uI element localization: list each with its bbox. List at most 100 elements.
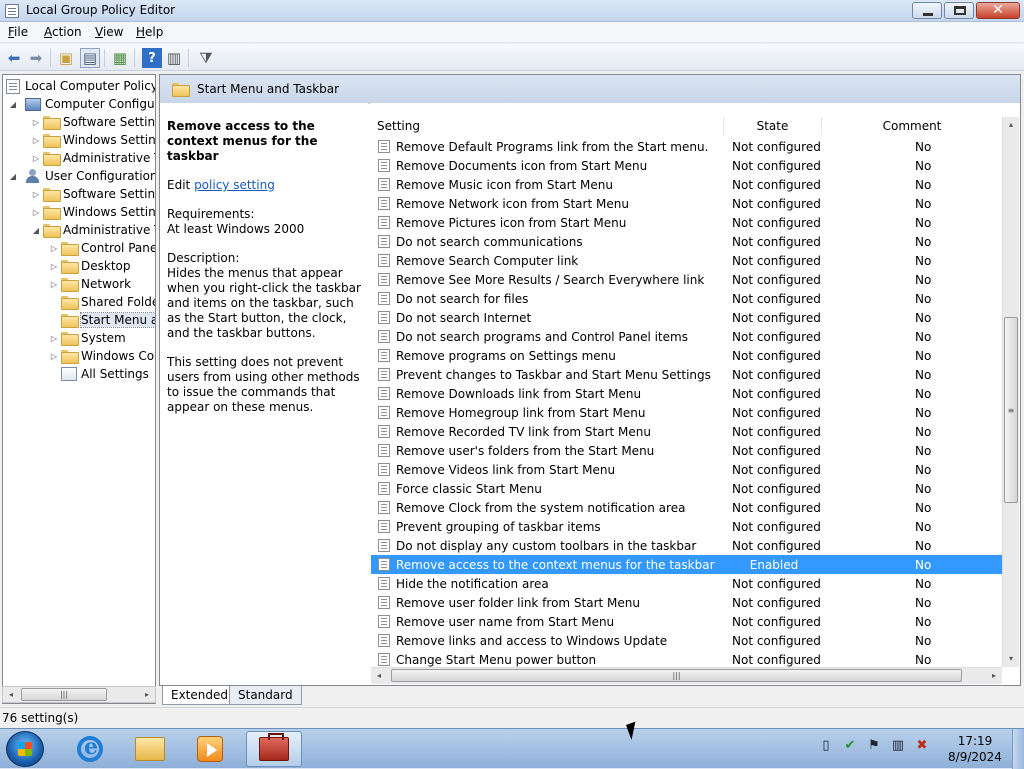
collapse-arrow-icon[interactable]: ◢ [8,100,18,109]
taskbar-group-policy-editor[interactable] [246,731,302,767]
scroll-down-icon[interactable]: ▾ [1003,651,1019,666]
start-button[interactable] [6,731,44,767]
tree-item-network[interactable]: ▷ Network [51,275,131,293]
table-row[interactable]: Do not display any custom toolbars in th… [371,536,1002,555]
tree-item-user-windows-settings[interactable]: ▷ Windows Setting [33,203,155,221]
tab-standard[interactable]: Standard [229,686,302,705]
title-bar[interactable]: Local Group Policy Editor ✕ [0,0,1024,22]
table-row[interactable]: Remove Downloads link from Start Menu Not… [371,384,1002,403]
action-center-flag-icon[interactable]: ⚑ [866,737,882,753]
list-vertical-scrollbar[interactable]: ▴ ≡ ▾ [1002,117,1019,667]
volume-muted-icon[interactable]: ✖ [914,737,930,753]
menu-help[interactable]: Help [136,25,163,39]
collapse-arrow-icon[interactable]: ◢ [8,172,18,181]
scroll-left-icon[interactable]: ◂ [3,687,19,702]
tree-item-windows-settings[interactable]: ▷ Windows Setting [33,131,155,149]
scroll-thumb[interactable]: ≡ [1004,317,1018,503]
table-row[interactable]: Remove programs on Settings menu Not conf… [371,346,1002,365]
expand-arrow-icon[interactable]: ▷ [31,208,41,217]
tree-item-user-software-settings[interactable]: ▷ Software Settings [33,185,155,203]
table-row[interactable]: Remove Videos link from Start Menu Not co… [371,460,1002,479]
table-row[interactable]: Remove Clock from the system notificatio… [371,498,1002,517]
table-row[interactable]: Remove See More Results / Search Everywh… [371,270,1002,289]
table-row[interactable]: Force classic Start Menu Not configured No [371,479,1002,498]
tab-extended[interactable]: Extended [162,686,237,705]
expand-arrow-icon[interactable]: ▷ [49,334,59,343]
tree-item-computer-configuration[interactable]: ◢ Computer Configura [8,95,155,113]
tree-item-shared-folders[interactable]: Shared Folder [61,293,155,311]
table-row[interactable]: Do not search Internet Not configured No [371,308,1002,327]
tree-item-software-settings[interactable]: ▷ Software Settings [33,113,155,131]
show-desktop-button[interactable] [1012,729,1024,769]
table-row[interactable]: Prevent grouping of taskbar items Not con… [371,517,1002,536]
edit-policy-setting-link[interactable]: policy setting [194,178,275,192]
tree-item-local-computer-policy[interactable]: Local Computer Policy [6,77,155,95]
table-row[interactable]: Remove user's folders from the Start Men… [371,441,1002,460]
column-header-state[interactable]: State [724,117,822,135]
show-hide-tree-button[interactable]: ▤ [80,48,100,68]
security-shield-icon[interactable]: ✔ [842,737,858,753]
tree-item-user-administrative-templates[interactable]: ◢ Administrative Te [33,221,155,239]
tree-item-user-configuration[interactable]: ◢ User Configuration [8,167,155,185]
network-icon[interactable]: ▥ [890,737,906,753]
scroll-right-icon[interactable]: ▸ [986,668,1002,683]
properties-button[interactable]: ▥ [164,48,184,68]
expand-arrow-icon[interactable]: ▷ [31,118,41,127]
settings-list[interactable]: Setting State Comment Remove Default Pro… [371,117,1002,667]
table-row[interactable]: Remove user folder link from Start Menu N… [371,593,1002,612]
document-icon[interactable]: ▯ [818,737,834,753]
table-row[interactable]: Do not search for files Not configured No [371,289,1002,308]
forward-button[interactable]: ➡ [26,48,46,68]
expand-arrow-icon[interactable]: ▷ [49,280,59,289]
tree-item-system[interactable]: ▷ System [51,329,126,347]
column-header-setting[interactable]: Setting [371,117,724,135]
tree-item-start-menu-and-taskbar[interactable]: Start Menu ar [61,311,155,329]
tree-horizontal-scrollbar[interactable]: ◂ ||| ▸ [2,686,156,703]
scroll-up-icon[interactable]: ▴ [1003,117,1019,132]
table-row[interactable]: Do not search communications Not configur… [371,232,1002,251]
menu-view[interactable]: View [95,25,123,39]
table-row[interactable]: Remove Recorded TV link from Start Menu N… [371,422,1002,441]
table-row[interactable]: Do not search programs and Control Panel… [371,327,1002,346]
expand-arrow-icon[interactable]: ▷ [49,262,59,271]
table-row[interactable]: Prevent changes to Taskbar and Start Men… [371,365,1002,384]
maximize-button[interactable] [944,2,974,19]
table-row[interactable]: Hide the notification area Not configured… [371,574,1002,593]
scroll-left-icon[interactable]: ◂ [371,668,387,683]
scroll-thumb[interactable]: ||| [391,669,962,682]
expand-arrow-icon[interactable]: ▷ [31,190,41,199]
taskbar-internet-explorer[interactable] [62,731,118,767]
column-header-comment[interactable]: Comment [822,117,1002,135]
taskbar-windows-explorer[interactable] [122,731,178,767]
scroll-right-icon[interactable]: ▸ [139,687,155,702]
tree-item-control-panel[interactable]: ▷ Control Panel [51,239,155,257]
up-one-level-button[interactable]: ▣ [56,48,76,68]
expand-arrow-icon[interactable]: ▷ [49,244,59,253]
help-button[interactable]: ? [142,48,162,68]
table-row[interactable]: Remove Music icon from Start Menu Not con… [371,175,1002,194]
expand-arrow-icon[interactable]: ▷ [49,352,59,361]
table-row[interactable]: Remove Homegroup link from Start Menu Not… [371,403,1002,422]
table-row[interactable]: Remove Search Computer link Not configure… [371,251,1002,270]
menu-action[interactable]: Action [44,25,82,39]
expand-arrow-icon[interactable]: ▷ [31,154,41,163]
list-horizontal-scrollbar[interactable]: ◂ ||| ▸ [371,667,1002,684]
menu-file[interactable]: File [8,25,28,39]
export-list-button[interactable]: ▦ [110,48,130,68]
back-button[interactable]: ⬅ [4,48,24,68]
table-row[interactable]: Remove Pictures icon from Start Menu Not … [371,213,1002,232]
close-button[interactable]: ✕ [976,2,1020,19]
system-clock[interactable]: 17:19 8/9/2024 [944,733,1006,765]
table-row[interactable]: Remove Default Programs link from the St… [371,137,1002,156]
minimize-button[interactable] [912,2,942,19]
table-row[interactable]: Remove Documents icon from Start Menu Not… [371,156,1002,175]
table-row[interactable]: Remove Network icon from Start Menu Not c… [371,194,1002,213]
table-row[interactable]: Remove access to the context menus for t… [371,555,1002,574]
filter-button[interactable]: ⧩ [196,48,216,68]
scroll-thumb[interactable]: ||| [21,688,107,701]
collapse-arrow-icon[interactable]: ◢ [31,226,41,235]
tree-item-administrative-templates[interactable]: ▷ Administrative Te [33,149,155,167]
expand-arrow-icon[interactable]: ▷ [31,136,41,145]
console-tree[interactable]: Local Computer Policy ◢ Computer Configur… [2,74,156,704]
tree-item-desktop[interactable]: ▷ Desktop [51,257,131,275]
